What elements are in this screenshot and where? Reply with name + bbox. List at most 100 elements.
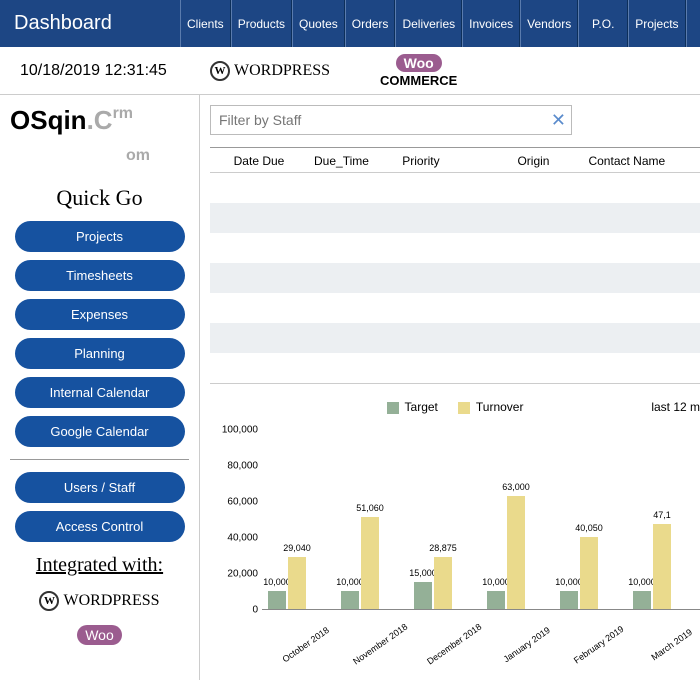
quickgo-access-control[interactable]: Access Control bbox=[15, 511, 185, 542]
app-logo: OSqin.Crmom bbox=[10, 105, 189, 167]
quickgo-expenses[interactable]: Expenses bbox=[15, 299, 185, 330]
bar-label: 47,1 bbox=[653, 510, 671, 520]
quickgo-internal-calendar[interactable]: Internal Calendar bbox=[15, 377, 185, 408]
bar-label: 51,060 bbox=[356, 503, 384, 513]
quickgo-users-staff[interactable]: Users / Staff bbox=[15, 472, 185, 503]
col-date-due[interactable]: Date Due bbox=[210, 154, 308, 168]
woocommerce-logo: Woo COMMERCE bbox=[380, 54, 457, 87]
tab-vendors[interactable]: Vendors bbox=[520, 0, 578, 47]
wordpress-icon: W bbox=[39, 591, 59, 611]
bar-target: 15,000 bbox=[414, 582, 432, 609]
x-tick: January 2019 bbox=[499, 623, 554, 666]
wordpress-text: WORDPRESS bbox=[234, 62, 330, 80]
top-tabs: ClientsProductsQuotesOrdersDeliveriesInv… bbox=[180, 0, 700, 47]
col-priority[interactable]: Priority bbox=[396, 154, 484, 168]
woo-text: COMMERCE bbox=[380, 73, 457, 88]
table-row[interactable] bbox=[210, 263, 700, 293]
tab-clients[interactable]: Clients bbox=[180, 0, 231, 47]
filter-staff-input[interactable] bbox=[210, 105, 572, 135]
col-origin[interactable]: Origin bbox=[484, 154, 582, 168]
chart-plot: 020,00040,00060,00080,000100,000 10,0002… bbox=[262, 430, 700, 640]
col-due-time[interactable]: Due_Time bbox=[308, 154, 396, 168]
y-tick: 20,000 bbox=[227, 569, 258, 580]
bar-label: 10,000 bbox=[263, 577, 291, 587]
tab-in[interactable]: In bbox=[686, 0, 700, 47]
y-tick: 0 bbox=[252, 605, 258, 616]
bar-group: 10,00051,060 bbox=[341, 517, 402, 609]
bar-target: 10,000 bbox=[268, 591, 286, 609]
chart-area: Target Turnover last 12 m 020,00040,0006… bbox=[210, 400, 700, 680]
bar-target: 10,000 bbox=[341, 591, 359, 609]
woo-bubble-icon: Woo bbox=[77, 625, 122, 645]
table-row[interactable] bbox=[210, 203, 700, 233]
y-axis: 020,00040,00060,00080,000100,000 bbox=[214, 430, 258, 610]
bar-group: 15,00028,875 bbox=[414, 557, 475, 609]
bar-turnover: 40,050 bbox=[580, 537, 598, 609]
quickgo-timesheets[interactable]: Timesheets bbox=[15, 260, 185, 291]
x-tick: October 2018 bbox=[278, 623, 333, 666]
bar-turnover: 28,875 bbox=[434, 557, 452, 609]
y-tick: 80,000 bbox=[227, 461, 258, 472]
table-row[interactable] bbox=[210, 293, 700, 323]
table-row[interactable] bbox=[210, 233, 700, 263]
integrated-heading: Integrated with: bbox=[10, 554, 189, 577]
integrated-woo-logo: Woo bbox=[10, 625, 189, 647]
bar-turnover: 47,1 bbox=[653, 524, 671, 609]
bar-target: 10,000 bbox=[560, 591, 578, 609]
bar-group: 10,00029,040 bbox=[268, 557, 329, 609]
chart-note: last 12 m bbox=[651, 400, 700, 414]
x-tick: November 2018 bbox=[351, 623, 408, 667]
table-row[interactable] bbox=[210, 173, 700, 203]
top-nav: Dashboard ClientsProductsQuotesOrdersDel… bbox=[0, 0, 700, 47]
y-tick: 100,000 bbox=[222, 425, 258, 436]
sub-bar: 10/18/2019 12:31:45 W WORDPRESS Woo COMM… bbox=[0, 47, 700, 95]
bar-group: 10,00040,050 bbox=[560, 537, 621, 609]
woo-bubble-icon: Woo bbox=[396, 54, 442, 72]
x-tick: December 2018 bbox=[425, 623, 482, 667]
bar-target: 10,000 bbox=[487, 591, 505, 609]
legend-turnover-label: Turnover bbox=[476, 400, 524, 414]
tab-po[interactable]: P.O. bbox=[578, 0, 628, 47]
bar-turnover: 63,000 bbox=[507, 496, 525, 609]
x-tick: March 2019 bbox=[644, 623, 699, 666]
table-row[interactable] bbox=[210, 353, 700, 383]
y-tick: 60,000 bbox=[227, 497, 258, 508]
bar-target: 10,000 bbox=[633, 591, 651, 609]
col-contact[interactable]: Contact Name bbox=[582, 154, 700, 168]
bar-turnover: 29,040 bbox=[288, 557, 306, 609]
divider bbox=[10, 459, 189, 460]
wordpress-icon: W bbox=[210, 61, 230, 81]
bar-label: 40,050 bbox=[575, 523, 603, 533]
sidebar: OSqin.Crmom Quick Go Projects Timesheets E… bbox=[0, 95, 200, 680]
bar-label: 28,875 bbox=[429, 543, 457, 553]
bar-label: 29,040 bbox=[283, 543, 311, 553]
tab-products[interactable]: Products bbox=[231, 0, 292, 47]
tab-deliveries[interactable]: Deliveries bbox=[395, 0, 462, 47]
tab-projects[interactable]: Projects bbox=[628, 0, 685, 47]
integrated-wordpress-logo: W WORDPRESS bbox=[10, 591, 189, 611]
grid-body bbox=[210, 173, 700, 384]
clear-filter-icon[interactable]: ✕ bbox=[551, 110, 566, 131]
brand-title: Dashboard bbox=[0, 0, 180, 47]
tab-invoices[interactable]: Invoices bbox=[462, 0, 520, 47]
bar-group: 10,00047,1 bbox=[633, 524, 694, 609]
quickgo-projects[interactable]: Projects bbox=[15, 221, 185, 252]
bar-label: 10,000 bbox=[555, 577, 583, 587]
chart-legend: Target Turnover bbox=[210, 400, 700, 414]
quickgo-heading: Quick Go bbox=[10, 185, 189, 211]
bar-label: 15,000 bbox=[409, 568, 437, 578]
x-axis: October 2018November 2018December 2018Ja… bbox=[262, 634, 700, 644]
y-tick: 40,000 bbox=[227, 533, 258, 544]
quickgo-google-calendar[interactable]: Google Calendar bbox=[15, 416, 185, 447]
legend-target-swatch bbox=[387, 402, 399, 414]
bar-label: 63,000 bbox=[502, 482, 530, 492]
bar-group: 10,00063,000 bbox=[487, 496, 548, 609]
tab-quotes[interactable]: Quotes bbox=[292, 0, 345, 47]
legend-target-label: Target bbox=[405, 400, 438, 414]
bar-label: 10,000 bbox=[336, 577, 364, 587]
content-area: ✕ Date Due Due_Time Priority Origin Cont… bbox=[200, 95, 700, 680]
grid-header: Date Due Due_Time Priority Origin Contac… bbox=[210, 147, 700, 173]
table-row[interactable] bbox=[210, 323, 700, 353]
tab-orders[interactable]: Orders bbox=[345, 0, 396, 47]
quickgo-planning[interactable]: Planning bbox=[15, 338, 185, 369]
